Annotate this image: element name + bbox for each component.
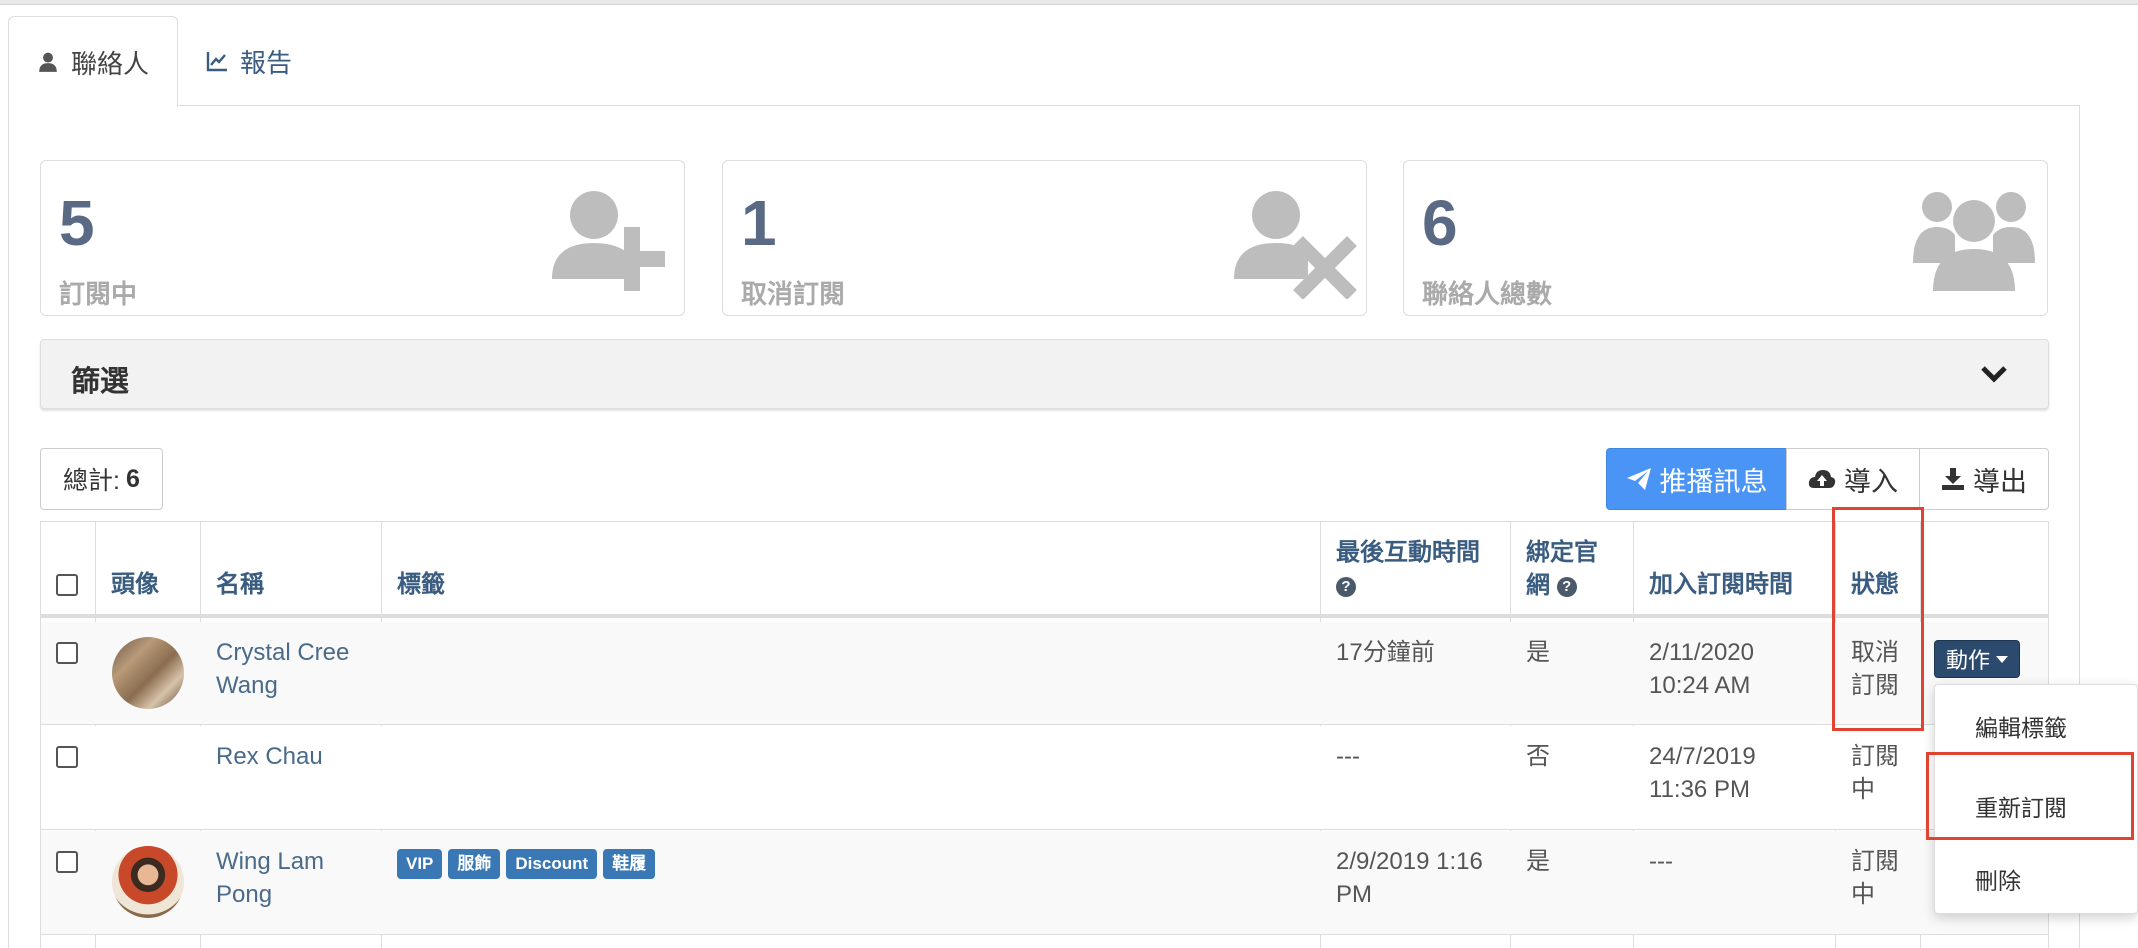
- contact-name-line1: Wing Lam: [216, 848, 325, 875]
- status-line1: 訂閱: [1851, 848, 1899, 875]
- import-button[interactable]: 導入: [1786, 448, 1920, 510]
- total-label: 總計:: [63, 467, 120, 495]
- menu-item-edit-tags[interactable]: 編輯標籤: [1975, 709, 2067, 743]
- action-label: 動作: [1945, 648, 1990, 673]
- joined-clock: 10:24 AM: [1649, 672, 1751, 699]
- stat-total-label: 聯絡人總數: [1422, 279, 1553, 309]
- total-count: 總計: 6: [40, 448, 163, 510]
- contact-name[interactable]: Wing Lam Pong: [216, 845, 324, 911]
- menu-item-delete[interactable]: 刪除: [1975, 862, 2021, 896]
- stat-unsubscribed-value: 1: [741, 187, 777, 259]
- stat-subscribed: 5 訂閱中: [40, 160, 685, 316]
- stat-unsubscribed-label: 取消訂閱: [741, 279, 846, 309]
- broadcast-button[interactable]: 推播訊息: [1606, 448, 1787, 510]
- filter-panel-header[interactable]: 篩選: [40, 339, 2049, 409]
- tab-contacts[interactable]: 聯絡人: [8, 16, 179, 107]
- tag-badge[interactable]: VIP: [397, 849, 443, 879]
- row-checkbox[interactable]: [56, 642, 78, 664]
- tab-contacts-label: 聯絡人: [71, 48, 150, 79]
- joined-date: 2/11/2020: [1649, 639, 1754, 666]
- header-avatar: 頭像: [111, 571, 159, 598]
- contact-name[interactable]: Rex Chau: [216, 740, 323, 773]
- bound-status: 是: [1526, 639, 1550, 666]
- subscription-status: 訂閱 中: [1851, 740, 1899, 806]
- tab-reports-label: 報告: [240, 47, 293, 78]
- line-chart-icon: [206, 52, 228, 72]
- chevron-down-icon[interactable]: [1980, 362, 2008, 386]
- stat-unsubscribed: 1 取消訂閱: [722, 160, 1367, 316]
- status-line1: 訂閱: [1851, 743, 1899, 770]
- download-icon: [1942, 468, 1964, 490]
- joined-clock: 11:36 PM: [1649, 776, 1750, 803]
- bound-status: 是: [1526, 848, 1550, 875]
- caret-down-icon: [1996, 655, 2008, 663]
- joined-time: 2/11/2020 10:24 AM: [1649, 636, 1754, 702]
- joined-time: 24/7/2019 11:36 PM: [1649, 740, 1756, 806]
- tab-reports[interactable]: 報告: [178, 16, 320, 106]
- row-checkbox[interactable]: [56, 851, 78, 873]
- joined-date: 24/7/2019: [1649, 743, 1756, 770]
- bound-status: 否: [1526, 743, 1550, 770]
- contact-name-line2: Wang: [216, 672, 278, 699]
- avatar: [112, 846, 184, 918]
- import-label: 導入: [1844, 466, 1898, 497]
- header-joined: 加入訂閱時間: [1649, 571, 1793, 598]
- contacts-table: 頭像 名稱 標籤 最後互動時間 ? 綁定官 網 ? 加入訂閱時間 狀態 Crys…: [40, 521, 2049, 948]
- export-button[interactable]: 導出: [1919, 448, 2049, 510]
- header-last-interaction-label: 最後互動時間: [1336, 539, 1480, 566]
- tab-bar: 聯絡人 報告: [8, 16, 320, 107]
- status-column-highlight: [1832, 507, 1924, 731]
- tag-badge[interactable]: Discount: [506, 849, 598, 879]
- table-header: 頭像 名稱 標籤 最後互動時間 ? 綁定官 網 ? 加入訂閱時間 狀態: [41, 522, 2048, 618]
- table-row: Crystal Cree Wang 17分鐘前 是 2/11/2020 10:2…: [41, 622, 2048, 725]
- total-value: 6: [125, 464, 140, 493]
- header-bound-line2: 網: [1526, 572, 1550, 599]
- user-icon: [39, 52, 57, 72]
- stat-total-value: 6: [1422, 187, 1458, 259]
- question-circle-icon[interactable]: ?: [1336, 576, 1356, 597]
- stat-subscribed-value: 5: [59, 187, 95, 259]
- contact-name-line2: Pong: [216, 881, 273, 908]
- tag-list: VIP 服飾 Discount 鞋履: [397, 849, 656, 879]
- last-interaction: 2/9/2019 1:16 PM: [1336, 845, 1483, 911]
- last-interaction-line1: 2/9/2019 1:16: [1336, 848, 1483, 875]
- status-line2: 中: [1851, 776, 1875, 803]
- paper-plane-icon: [1626, 468, 1651, 490]
- contact-name-line1: Crystal Cree: [216, 639, 350, 666]
- table-row: Wing Lam Pong VIP 服飾 Discount 鞋履 2/9/201…: [41, 831, 2048, 935]
- broadcast-label: 推播訊息: [1659, 466, 1768, 497]
- resubscribe-highlight: [1926, 752, 2134, 840]
- select-all-checkbox[interactable]: [56, 574, 78, 596]
- joined-time: ---: [1649, 848, 1673, 875]
- stat-subscribed-label: 訂閱中: [59, 279, 138, 309]
- stat-total-contacts: 6 聯絡人總數: [1403, 160, 2048, 316]
- last-interaction: ---: [1336, 743, 1360, 770]
- table-row: Rex Chau --- 否 24/7/2019 11:36 PM 訂閱 中: [41, 726, 2048, 830]
- last-interaction-line2: PM: [1336, 881, 1372, 908]
- subscription-status: 訂閱 中: [1851, 845, 1899, 911]
- header-last-interaction: 最後互動時間 ?: [1336, 536, 1480, 602]
- action-dropdown-button[interactable]: 動作: [1934, 640, 2020, 678]
- header-name: 名稱: [216, 571, 264, 598]
- header-bound: 綁定官 網 ?: [1526, 536, 1598, 602]
- cloud-upload-icon: [1808, 470, 1836, 488]
- header-tags: 標籤: [397, 571, 445, 598]
- contact-name[interactable]: Crystal Cree Wang: [216, 636, 349, 702]
- question-circle-icon[interactable]: ?: [1556, 576, 1577, 597]
- export-label: 導出: [1973, 466, 2027, 497]
- status-line2: 中: [1851, 881, 1875, 908]
- row-checkbox[interactable]: [56, 746, 78, 768]
- user-times-icon: [1234, 191, 1357, 299]
- last-interaction: 17分鐘前: [1336, 639, 1435, 666]
- user-plus-icon: [552, 191, 665, 291]
- tag-badge[interactable]: 服飾: [448, 849, 501, 879]
- filter-title: 篩選: [71, 366, 130, 398]
- top-border: [0, 0, 2138, 5]
- header-bound-line1: 綁定官: [1526, 539, 1598, 566]
- avatar: [112, 637, 184, 709]
- tag-badge[interactable]: 鞋履: [603, 849, 656, 879]
- users-icon: [1913, 192, 2035, 291]
